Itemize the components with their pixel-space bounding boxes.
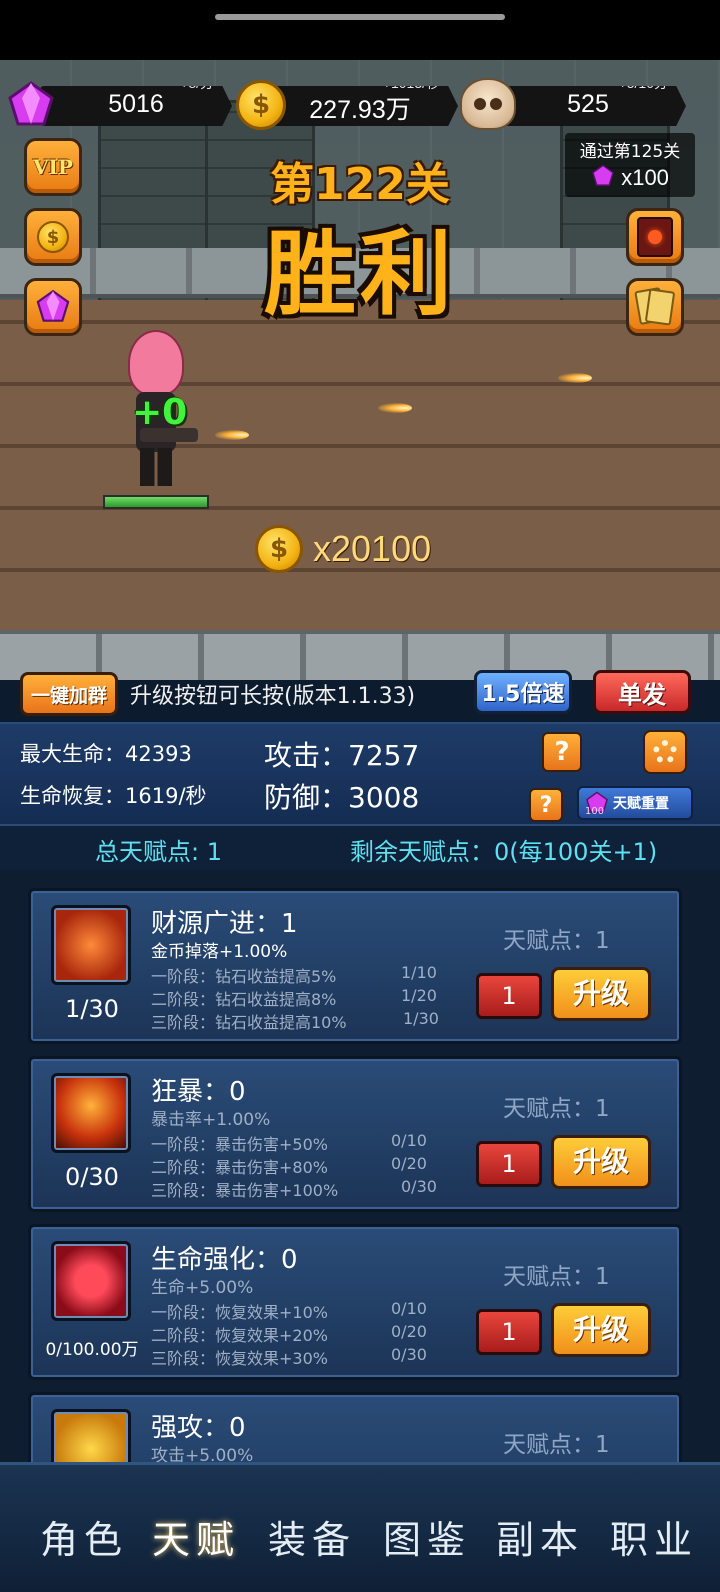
tab-talent[interactable]: 天赋 — [152, 1509, 240, 1564]
attack-stat: 攻击：7257 — [264, 739, 420, 772]
talent-stage-3-progress: 0/30 — [391, 1345, 427, 1364]
talent-reset-button[interactable]: 100 天赋重置 — [577, 786, 693, 820]
tab-codex[interactable]: 图鉴 — [383, 1509, 471, 1564]
talent-level: 0/100.00万 — [45, 1340, 139, 1360]
talent-points-cost: 天赋点：1 — [503, 928, 610, 954]
regen-stat: 生命恢复：1619/秒 — [20, 784, 207, 808]
tab-equipment[interactable]: 装备 — [268, 1509, 356, 1564]
defense-stat: 防御：3008 — [264, 781, 420, 814]
tab-class[interactable]: 职业 — [610, 1509, 698, 1564]
upgrade-button[interactable]: 升级 — [551, 967, 651, 1021]
skull-counter: +5/10分 525 — [490, 86, 686, 126]
upgrade-button[interactable]: 升级 — [551, 1135, 651, 1189]
upgrade-tip: 升级按钮可长按(版本1.1.33) — [130, 684, 416, 709]
talent-points-cost: 天赋点：1 — [503, 1096, 610, 1122]
gold-drop: $ x20100 — [255, 522, 431, 576]
victory-banner: 胜利 — [263, 221, 456, 328]
talent-card-assault: 强攻：0 攻击+5.00% 天赋点：1 — [28, 1392, 682, 1462]
system-status-bar — [0, 0, 720, 60]
talent-stage-2: 二阶段：暴击伤害+80% — [151, 1158, 328, 1177]
bullet-projectile — [378, 403, 412, 413]
talent-summary: 总天赋点: 1 剩余天赋点：0(每100关+1) — [0, 826, 720, 870]
talent-effect: 攻击+5.00% — [151, 1446, 254, 1462]
gem-icon — [8, 81, 54, 126]
talent-stage-2: 二阶段：恢复效果+20% — [151, 1326, 328, 1345]
talent-points-cost: 天赋点：1 — [503, 1264, 610, 1290]
hero-hp-bar — [103, 495, 209, 509]
gold-counter: +1013/秒 227.93万 — [262, 86, 458, 126]
remaining-talent-points: 剩余天赋点：0(每100关+1) — [350, 838, 658, 866]
max-hp-stat: 最大生命：42393 — [20, 742, 192, 766]
talent-stage-2-progress: 0/20 — [391, 1154, 427, 1173]
bullet-projectile — [215, 430, 249, 440]
talent-stage-1: 一阶段：恢复效果+10% — [151, 1303, 328, 1322]
gold-value: 227.93万 — [309, 96, 411, 124]
upgrade-button[interactable]: 升级 — [551, 1303, 651, 1357]
talent-stage-3: 三阶段：恢复效果+30% — [151, 1349, 328, 1368]
tab-dungeon[interactable]: 副本 — [496, 1509, 584, 1564]
talent-effect: 暴击率+1.00% — [151, 1110, 271, 1130]
settings-button[interactable] — [643, 730, 687, 774]
join-group-button[interactable]: 一键加群 — [20, 672, 118, 716]
crossbow-icon — [51, 1409, 131, 1462]
fire-mode-button[interactable]: 单发 — [593, 670, 691, 714]
talent-name: 财源广进：1 — [151, 909, 298, 939]
talent-name: 狂暴：0 — [151, 1077, 246, 1107]
stats-help-button[interactable]: ? — [542, 732, 582, 772]
skull-icon — [460, 78, 516, 130]
heart-icon — [51, 1241, 131, 1321]
total-talent-points: 总天赋点: 1 — [95, 838, 222, 866]
talent-card-vitality: 0/100.00万 生命强化：0 生命+5.00% 一阶段：恢复效果+10% 0… — [28, 1224, 682, 1380]
talent-stage-1-progress: 0/10 — [391, 1299, 427, 1318]
wealth-icon — [51, 905, 131, 985]
talent-stage-3: 三阶段：暴击伤害+100% — [151, 1181, 339, 1200]
gear-icon — [653, 740, 677, 764]
gold-coin-icon: $ — [255, 525, 303, 573]
tab-character[interactable]: 角色 — [40, 1509, 128, 1564]
talent-level: 0/30 — [65, 1163, 119, 1191]
talent-effect: 生命+5.00% — [151, 1278, 254, 1298]
bottom-nav: 角色 天赋 装备 图鉴 副本 职业 — [0, 1462, 720, 1592]
talent-stage-3-progress: 1/30 — [403, 1009, 439, 1028]
talent-help-button[interactable]: ? — [529, 788, 563, 822]
upgrade-count-field[interactable]: 1 — [476, 1141, 542, 1187]
talent-stage-2: 二阶段：钻石收益提高8% — [151, 990, 337, 1009]
reset-label: 天赋重置 — [613, 796, 669, 812]
upgrade-count-field[interactable]: 1 — [476, 1309, 542, 1355]
talent-level: 1/30 — [65, 995, 119, 1023]
reset-cost: 100 — [585, 806, 605, 817]
talent-stage-2-progress: 1/20 — [401, 986, 437, 1005]
talent-points-cost: 天赋点：1 — [503, 1432, 610, 1458]
talent-name: 强攻：0 — [151, 1413, 246, 1443]
gem-value: 5016 — [108, 90, 164, 118]
bullet-projectile — [558, 373, 592, 383]
talent-stage-3-progress: 0/30 — [401, 1177, 437, 1196]
talent-card-wealth: 1/30 财源广进：1 金币掉落+1.00% 一阶段：钻石收益提高5% 1/10… — [28, 888, 682, 1044]
talent-stage-1: 一阶段：暴击伤害+50% — [151, 1135, 328, 1154]
gold-coin-icon: $ — [236, 80, 286, 130]
hero-legs — [140, 448, 172, 486]
heal-popup: +0 — [132, 392, 188, 433]
talent-effect: 金币掉落+1.00% — [151, 942, 288, 962]
speed-button[interactable]: 1.5倍速 — [474, 670, 572, 714]
gem-counter: VIP:3 +8/分 5016 — [40, 86, 232, 126]
talent-stage-1-progress: 0/10 — [391, 1131, 427, 1150]
talent-stage-1-progress: 1/10 — [401, 963, 437, 982]
talent-stage-1: 一阶段：钻石收益提高5% — [151, 967, 337, 986]
hero-hair — [128, 330, 184, 396]
hero-hp-fill — [105, 497, 207, 507]
talent-card-berserk: 0/30 狂暴：0 暴击率+1.00% 一阶段：暴击伤害+50% 0/10 二阶… — [28, 1056, 682, 1212]
talent-stage-3: 三阶段：钻石收益提高10% — [151, 1013, 347, 1032]
upgrade-count-field[interactable]: 1 — [476, 973, 542, 1019]
arena-floor — [0, 300, 720, 630]
skull-value: 525 — [567, 90, 609, 118]
talent-list[interactable]: 1/30 财源广进：1 金币掉落+1.00% 一阶段：钻石收益提高5% 1/10… — [0, 870, 720, 1462]
talent-stage-2-progress: 0/20 — [391, 1322, 427, 1341]
gold-drop-amount: x20100 — [313, 528, 432, 569]
talent-name: 生命强化：0 — [151, 1245, 298, 1275]
status-notch — [215, 14, 505, 20]
berserk-icon — [51, 1073, 131, 1153]
